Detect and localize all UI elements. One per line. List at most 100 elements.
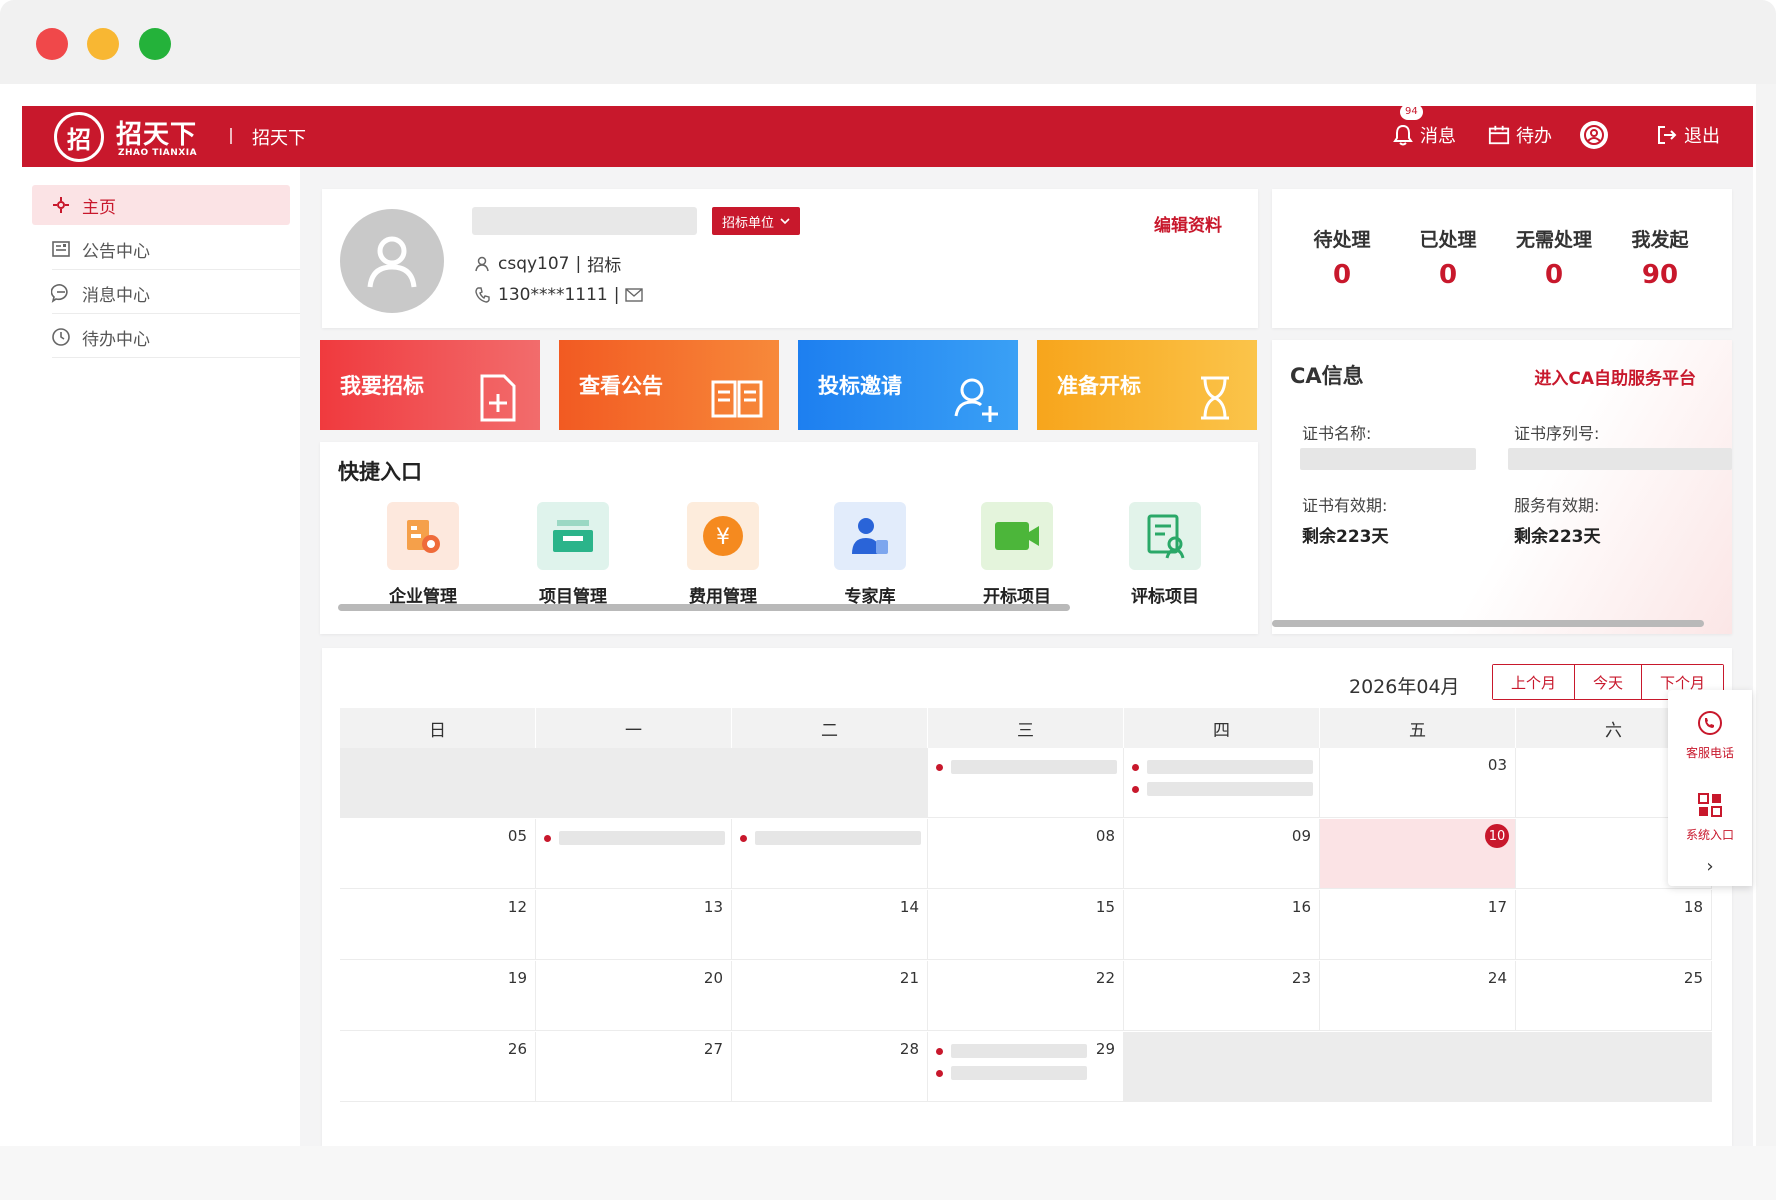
calendar-day[interactable]: 12 — [340, 890, 536, 960]
prev-month-button[interactable]: 上个月 — [1493, 665, 1576, 699]
sidebar-divider — [52, 269, 302, 270]
day-number: 14 — [899, 898, 919, 916]
calendar-day[interactable]: 29 — [928, 1032, 1124, 1102]
user-avatar-button[interactable] — [1580, 121, 1608, 149]
minimize-window-button[interactable] — [87, 28, 119, 60]
calendar-event[interactable] — [936, 1044, 1087, 1058]
message-count-badge: 94 — [1400, 104, 1423, 120]
calendar-day[interactable]: 05 — [340, 819, 536, 889]
stat-pending[interactable]: 待处理 0 — [1292, 225, 1392, 290]
system-entry-button[interactable]: 系统入口 — [1668, 790, 1752, 843]
username: csqy107 — [498, 253, 570, 274]
calendar-day[interactable]: 09 — [1124, 819, 1320, 889]
messages-button[interactable]: 消息 — [1392, 122, 1456, 148]
calendar-day[interactable]: 26 — [340, 1032, 536, 1102]
day-number: 13 — [703, 898, 723, 916]
tile-create-tender[interactable]: 我要招标 — [320, 340, 540, 430]
today-button[interactable]: 今天 — [1575, 665, 1643, 699]
calendar-day[interactable]: 28 — [732, 1032, 928, 1102]
calendar-day[interactable]: 13 — [536, 890, 732, 960]
collapse-panel-button[interactable]: › — [1668, 856, 1752, 877]
calendar-day[interactable] — [928, 748, 1124, 818]
event-title-redacted — [559, 831, 725, 845]
quick-entry-scrollbar[interactable] — [338, 604, 1070, 611]
tile-prepare-opening[interactable]: 准备开标 — [1037, 340, 1257, 430]
quick-entry-label: 评标项目 — [1131, 587, 1199, 607]
close-window-button[interactable] — [36, 28, 68, 60]
tile-bid-invitation[interactable]: 投标邀请 — [798, 340, 1018, 430]
logo-text: 招天下 — [116, 120, 198, 150]
calendar-day[interactable]: 15 — [928, 890, 1124, 960]
calendar-day-today[interactable]: 10 — [1320, 819, 1516, 889]
quick-entry-title: 快捷入口 — [338, 460, 422, 484]
quick-entry-project[interactable]: 项目管理 — [518, 502, 628, 607]
sidebar-item-message-center[interactable]: 消息中心 — [32, 273, 290, 313]
calendar-event[interactable] — [936, 760, 1117, 774]
calendar-grid: 日一二三四五六 03 05 08 09 10 12 13 14 15 16 17 18 19 20 21 22… — [340, 708, 1712, 1103]
logout-button[interactable]: 退出 — [1656, 122, 1720, 148]
calendar-day[interactable]: 16 — [1124, 890, 1320, 960]
stat-value: 90 — [1641, 260, 1679, 290]
tile-view-notices[interactable]: 查看公告 — [559, 340, 779, 430]
stat-processed[interactable]: 已处理 0 — [1398, 225, 1498, 290]
calendar-event[interactable] — [1132, 782, 1313, 796]
calendar-day[interactable]: 20 — [536, 961, 732, 1031]
stat-no-action[interactable]: 无需处理 0 — [1504, 225, 1604, 290]
calendar-day[interactable]: 08 — [928, 819, 1124, 889]
calendar-day[interactable]: 21 — [732, 961, 928, 1031]
quick-entry-fee[interactable]: ¥ 费用管理 — [668, 502, 778, 607]
calendar-day[interactable]: 27 — [536, 1032, 732, 1102]
sidebar-item-notice-center[interactable]: 公告中心 — [32, 229, 290, 269]
calendar-event[interactable] — [1132, 760, 1313, 774]
event-dot-icon — [740, 834, 747, 842]
stat-value: 0 — [1544, 260, 1564, 290]
calendar-day[interactable] — [1124, 1032, 1320, 1102]
calendar-day[interactable]: 18 — [1516, 890, 1712, 960]
quick-entry-review-projects[interactable]: 评标项目 — [1110, 502, 1220, 607]
calendar-day[interactable]: 03 — [1320, 748, 1516, 818]
user-type: 招标 — [587, 256, 622, 276]
customer-service-button[interactable]: 客服电话 — [1668, 708, 1752, 761]
calendar-day[interactable]: 24 — [1320, 961, 1516, 1031]
calendar-event[interactable] — [936, 1066, 1087, 1080]
calendar-day[interactable]: 25 — [1516, 961, 1712, 1031]
calendar-event[interactable] — [544, 831, 725, 845]
event-dot-icon — [936, 763, 943, 771]
quick-entry-enterprise[interactable]: 企业管理 — [368, 502, 478, 607]
calendar-day[interactable] — [732, 819, 928, 889]
floating-service-panel: 客服电话 系统入口 › — [1668, 690, 1752, 886]
sidebar-item-todo-center[interactable]: 待办中心 — [32, 317, 290, 357]
stat-label: 无需处理 — [1515, 229, 1592, 251]
logo-icon: 招 — [54, 112, 104, 162]
day-number: 29 — [1095, 1040, 1115, 1058]
role-dropdown[interactable]: 招标单位 — [712, 207, 801, 235]
day-number: 19 — [507, 969, 527, 987]
calendar-day[interactable]: 23 — [1124, 961, 1320, 1031]
todo-button[interactable]: 待办 — [1488, 122, 1552, 148]
maximize-window-button[interactable] — [139, 28, 171, 60]
quick-entry-opening-projects[interactable]: 开标项目 — [962, 502, 1072, 607]
calendar-day[interactable] — [732, 748, 928, 818]
ca-scrollbar[interactable] — [1272, 620, 1704, 627]
calendar-day[interactable] — [340, 748, 536, 818]
ca-info-card: CA信息 进入CA自助服务平台 证书名称: 证书序列号: 证书有效期: 服务有效… — [1272, 340, 1732, 634]
calendar-day[interactable]: 19 — [340, 961, 536, 1031]
event-title-redacted — [1147, 760, 1313, 774]
calendar-day[interactable]: 14 — [732, 890, 928, 960]
quick-entry-expert[interactable]: 专家库 — [815, 502, 925, 607]
phone-chat-icon — [1695, 708, 1725, 738]
stat-initiated[interactable]: 我发起 90 — [1610, 225, 1710, 290]
day-number: 22 — [1095, 969, 1115, 987]
ca-self-service-link[interactable]: 进入CA自助服务平台 — [1534, 364, 1696, 389]
calendar-day[interactable] — [536, 819, 732, 889]
edit-profile-link[interactable]: 编辑资料 — [1154, 211, 1222, 236]
calendar-event[interactable] — [740, 831, 921, 845]
calendar-day[interactable]: 17 — [1320, 890, 1516, 960]
sidebar-item-home[interactable]: 主页 — [32, 185, 290, 225]
calendar-day[interactable]: 22 — [928, 961, 1124, 1031]
calendar-day[interactable] — [1124, 748, 1320, 818]
weekday-header: 四 — [1124, 708, 1320, 748]
calendar-day[interactable] — [1320, 1032, 1516, 1102]
calendar-day[interactable] — [536, 748, 732, 818]
calendar-day[interactable] — [1516, 1032, 1712, 1102]
